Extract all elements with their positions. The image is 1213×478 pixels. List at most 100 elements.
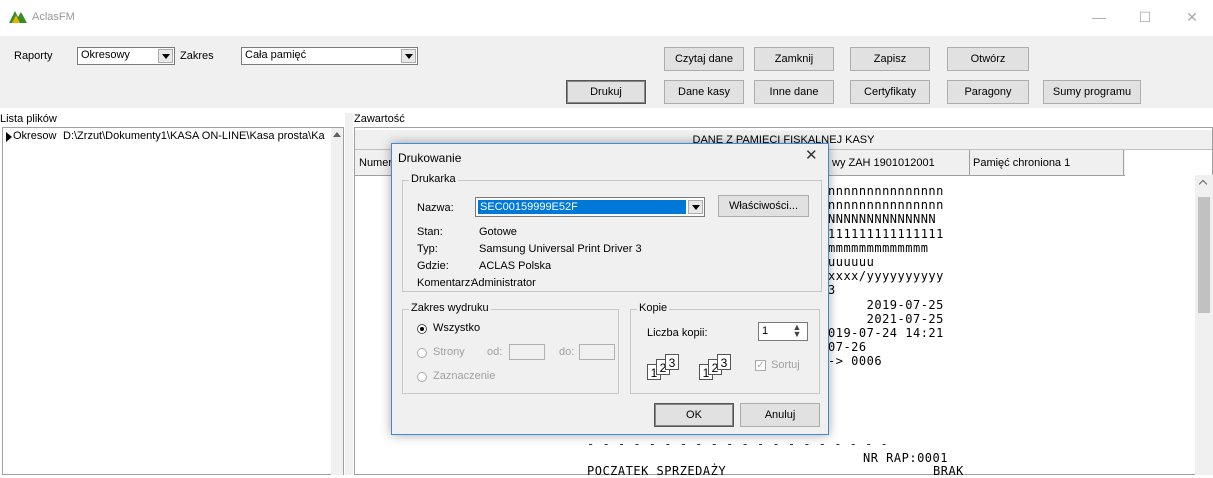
all-radio-label: Wszystko (433, 322, 481, 334)
report-line: nnnnnnnnnnnnnnn (828, 198, 944, 213)
list-item[interactable]: Okresow D:\Zrzut\Dokumenty1\KASA ON-LINE… (5, 130, 333, 144)
content-scrollbar[interactable] (1195, 175, 1213, 475)
report-line: 2021-07-25 (828, 311, 944, 326)
pages-radio-label: Strony (433, 346, 465, 358)
type-label: Typ: (417, 243, 438, 255)
column-divider (969, 150, 970, 176)
zakres-label: Zakres (180, 50, 214, 62)
to-label: do: (559, 346, 575, 358)
column-divider (1123, 150, 1124, 176)
close-icon[interactable]: ✕ (805, 146, 818, 164)
column-header-device: wy ZAH 1901012001 (832, 157, 935, 169)
comment-value: Administrator (471, 277, 536, 289)
chevron-down-icon (401, 49, 416, 63)
copies-count-label: Liczba kopii: (647, 327, 708, 339)
file-list-header: Lista plików (0, 113, 57, 125)
report-line: 3 (828, 283, 836, 298)
sales-start-value: BRAK (933, 464, 964, 478)
row-selector-icon (6, 132, 12, 142)
report-line: mmmmmmmmmmmmm (828, 240, 929, 255)
report-line: uuuuuu (828, 255, 875, 270)
report-line: xxxx/yyyyyyyyyy (828, 269, 944, 284)
copies-group: Kopie Liczba kopii: 1 ▲ ▼ 1 2 3 1 2 3 ✓ S… (630, 302, 820, 394)
zapisz-button[interactable]: Zapisz (850, 47, 930, 71)
print-dialog: Drukowanie ✕ Drukarka Nazwa: SEC00159999… (391, 143, 829, 435)
window-title: AclasFM (32, 11, 75, 23)
printer-name-label: Nazwa: (417, 202, 454, 214)
scroll-up-icon[interactable] (1198, 179, 1208, 189)
print-range-group-title: Zakres wydruku (409, 302, 491, 314)
printer-name-value: SEC00159999E52F (478, 200, 686, 214)
zakres-select-value: Cała pamięć (245, 49, 307, 61)
printer-group: Drukarka Nazwa: SEC00159999E52F Właściwo… (402, 173, 822, 292)
report-line: 019-07-24 14:21 (828, 326, 944, 341)
collate-icon: 1 2 3 (699, 354, 749, 382)
cancel-button[interactable]: Anuluj (740, 403, 820, 427)
chevron-down-icon (158, 49, 173, 63)
zakres-select[interactable]: Cała pamięć (241, 47, 418, 65)
from-label: od: (487, 346, 503, 358)
maximize-button[interactable]: ☐ (1130, 6, 1160, 28)
inne-dane-button[interactable]: Inne dane (754, 80, 834, 104)
paragony-button[interactable]: Paragony (947, 80, 1029, 104)
collate-checkbox-label: Sortuj (771, 359, 800, 371)
report-line: 2019-07-25 (828, 297, 944, 312)
otworz-button[interactable]: Otwórz (947, 47, 1029, 71)
collate-checkbox[interactable]: ✓ (755, 360, 766, 371)
separator-dashes: - - - - - - - - - - - - - - - - - - - - (587, 437, 889, 451)
ok-button[interactable]: OK (654, 403, 734, 427)
report-line: nnnnnnnnnnnnnnn (828, 184, 944, 198)
column-header-numer: Numer (359, 157, 393, 169)
scroll-up-icon[interactable] (333, 132, 341, 137)
scrollbar-thumb[interactable] (1198, 197, 1210, 313)
content-header: Zawartość (354, 113, 405, 125)
raporty-select-value: Okresowy (81, 49, 130, 61)
dane-kasy-button[interactable]: Dane kasy (664, 80, 744, 104)
dialog-title: Drukowanie (398, 151, 462, 165)
report-number: NR RAP:0001 (863, 451, 948, 465)
status-value: Gotowe (479, 226, 517, 238)
print-range-group: Zakres wydruku Wszystko Strony od: do: Z… (402, 302, 619, 394)
from-page-input[interactable] (509, 344, 545, 360)
report-line: 07-26 (828, 340, 867, 355)
report-line: NNNNNNNNNNNNNN (828, 212, 937, 227)
spin-arrows-icon[interactable]: ▲ ▼ (789, 323, 805, 339)
status-label: Stan: (417, 226, 443, 238)
raporty-label: Raporty (14, 50, 53, 62)
czytaj-dane-button[interactable]: Czytaj dane (664, 47, 744, 71)
comment-label: Komentarz: (417, 277, 474, 289)
type-value: Samsung Universal Print Driver 3 (479, 243, 642, 255)
minimize-button[interactable]: — (1084, 6, 1114, 28)
drukuj-button[interactable]: Drukuj (566, 80, 646, 104)
file-list-scrollbar[interactable] (331, 128, 343, 475)
report-text: nnnnnnnnnnnnnnn nnnnnnnnnnnnnnn NNNNNNNN… (828, 184, 944, 369)
all-radio[interactable] (417, 324, 427, 334)
printer-name-select[interactable]: SEC00159999E52F (475, 197, 705, 217)
sumy-programu-button[interactable]: Sumy programu (1043, 80, 1141, 104)
certyfikaty-button[interactable]: Certyfikaty (850, 80, 930, 104)
zamknij-button[interactable]: Zamknij (754, 47, 834, 71)
location-label: Gdzie: (417, 260, 449, 272)
pages-radio[interactable] (417, 348, 427, 358)
column-header-memory: Pamięć chroniona 1 (973, 157, 1071, 169)
selection-radio-label: Zaznaczenie (433, 370, 496, 382)
file-name: Okresow (13, 130, 57, 142)
report-line: 111111111111111 (828, 226, 944, 241)
panel-splitter[interactable] (345, 113, 353, 475)
location-value: ACLAS Polska (479, 260, 552, 272)
selection-radio[interactable] (417, 372, 427, 382)
to-page-input[interactable] (579, 344, 615, 360)
file-path: D:\Zrzut\Dokumenty1\KASA ON-LINE\Kasa pr… (63, 130, 325, 142)
report-line: -> 0006 (828, 354, 883, 369)
copies-group-title: Kopie (637, 302, 670, 314)
copies-count-value: 1 (762, 325, 769, 337)
properties-button[interactable]: Właściwości... (718, 195, 809, 217)
app-logo-icon (9, 11, 27, 23)
copies-count-stepper[interactable]: 1 ▲ ▼ (758, 322, 808, 341)
file-list: Okresow D:\Zrzut\Dokumenty1\KASA ON-LINE… (2, 127, 344, 475)
title-bar: AclasFM — ☐ ✕ (0, 0, 1213, 36)
toolbar: Raporty Okresowy Zakres Cała pamięć Czyt… (0, 36, 1213, 108)
sales-start-label: POCZATEK SPRZEDAŻY (587, 464, 727, 478)
close-window-button[interactable]: ✕ (1177, 6, 1207, 28)
raporty-select[interactable]: Okresowy (77, 47, 175, 65)
